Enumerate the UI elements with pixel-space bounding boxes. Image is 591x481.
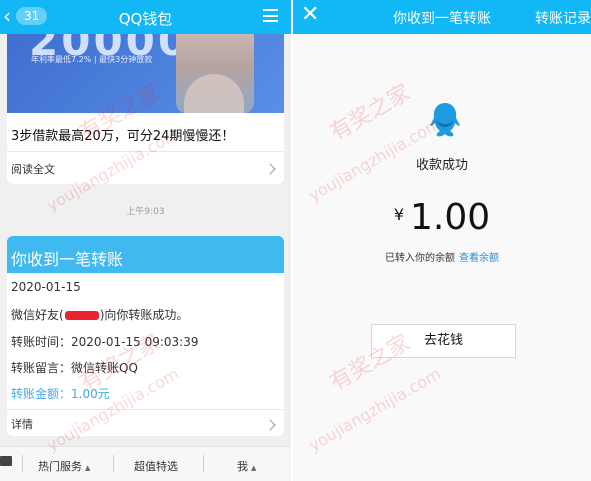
receipt-header: ✕ 你收到一笔转账 转账记录 — [293, 0, 591, 34]
success-text: 收款成功 — [415, 158, 468, 173]
transfer-message-row: 转账留言：微信转账QQ — [11, 359, 138, 376]
tab-label: 我 — [237, 460, 248, 473]
transfer-message-label: 转账留言： — [11, 361, 72, 375]
transfer-line-suffix: )向你转账成功。 — [99, 308, 189, 322]
left-panel: ‹ 31 QQ钱包 200000 年利率最低7.2% | 最快3分钟放款 3步借… — [0, 0, 291, 481]
transfer-time-value: 2020-01-15 09:03:39 — [71, 335, 199, 349]
go-spend-button[interactable]: 去花钱 — [371, 324, 516, 358]
balance-note: 已转入你的余额 查看余额 — [293, 249, 591, 264]
receipt-title: 你收到一笔转账 — [393, 11, 491, 27]
menu-icon[interactable] — [263, 9, 278, 22]
transfer-card-title: 你收到一笔转账 — [11, 250, 124, 269]
transfer-time-row: 转账时间：2020-01-15 09:03:39 — [11, 333, 198, 350]
chevron-right-icon — [264, 163, 276, 175]
transfer-message-value: 微信转账QQ — [71, 361, 138, 375]
amount-value: 1.00 — [410, 197, 491, 238]
transfer-amount-row: 转账金额：1.00元 — [11, 385, 110, 402]
chat-header: ‹ 31 QQ钱包 — [0, 0, 291, 34]
banner-subtitle: 年利率最低7.2% | 最快3分钟放款 — [31, 55, 153, 64]
qq-penguin-icon — [430, 103, 460, 137]
divider — [203, 455, 204, 472]
transfer-time-label: 转账时间： — [11, 335, 72, 349]
divider — [22, 455, 23, 472]
close-icon[interactable]: ✕ — [301, 3, 319, 27]
currency-symbol: ¥ — [393, 205, 405, 224]
divider — [113, 455, 114, 472]
transfer-records-link[interactable]: 转账记录 — [535, 8, 591, 28]
tab-hot-services[interactable]: 热门服务 ▲ — [38, 458, 90, 474]
read-more-link[interactable]: 阅读全文 — [11, 161, 55, 177]
transfer-amount-label: 转账金额： — [11, 387, 72, 401]
keyboard-icon[interactable] — [0, 456, 12, 466]
transfer-card-header: 你收到一笔转账 — [7, 236, 284, 273]
received-amount: ¥1.00 — [293, 197, 591, 238]
chevron-right-icon — [264, 419, 276, 431]
transfer-line: 微信好友( )向你转账成功。 — [11, 306, 188, 323]
view-balance-link[interactable]: 查看余额 — [459, 253, 499, 264]
promo-banner[interactable]: 200000 年利率最低7.2% | 最快3分钟放款 — [7, 34, 284, 113]
tab-me[interactable]: 我 ▲ — [237, 458, 256, 474]
message-time: 上午9:03 — [126, 207, 165, 217]
right-panel: ✕ 你收到一笔转账 转账记录 收款成功 ¥1.00 已转入你的余额 查看余额 去花… — [293, 0, 591, 481]
divider — [7, 409, 284, 410]
balance-note-text: 已转入你的余额 — [385, 253, 455, 264]
redacted-name — [64, 311, 99, 320]
caret-up-icon: ▲ — [85, 464, 91, 472]
tab-value-picks[interactable]: 超值特选 — [134, 458, 178, 474]
bottom-menu-bar: 热门服务 ▲ 超值特选 我 ▲ — [0, 446, 291, 481]
caret-up-icon: ▲ — [251, 464, 257, 472]
details-link[interactable]: 详情 — [11, 416, 33, 432]
promo-text: 3步借款最高20万，可分24期慢慢还！ — [11, 129, 235, 144]
transfer-amount-value: 1.00元 — [71, 387, 110, 401]
transfer-date: 2020-01-15 — [11, 280, 81, 294]
divider — [7, 151, 284, 152]
tab-label: 热门服务 — [38, 460, 82, 473]
transfer-card[interactable]: 你收到一笔转账 2020-01-15 微信好友( )向你转账成功。 转账时间：20… — [7, 236, 284, 436]
transfer-line-prefix: 微信好友( — [11, 308, 64, 322]
promo-card[interactable]: 200000 年利率最低7.2% | 最快3分钟放款 3步借款最高20万，可分2… — [7, 34, 284, 184]
chat-title: QQ钱包 — [118, 10, 173, 28]
